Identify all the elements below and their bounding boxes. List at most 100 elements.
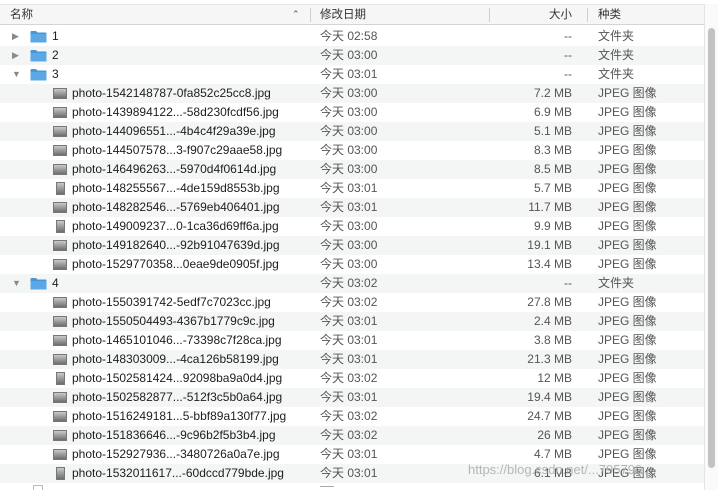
file-size: 24.7 MB (527, 409, 572, 423)
image-thumbnail-icon (53, 449, 67, 460)
disclosure-expanded-icon[interactable]: ▼ (12, 274, 24, 293)
column-size-header[interactable]: 大小 (549, 5, 572, 25)
file-name: photo-1529770358...0eae9de0905f.jpg (72, 257, 279, 271)
disclosure-expanded-icon[interactable]: ▼ (12, 65, 24, 84)
modified-date: 今天 03:00 (320, 48, 378, 62)
image-thumbnail-icon (53, 164, 67, 175)
column-divider[interactable] (489, 8, 490, 22)
modified-date: 今天 03:00 (320, 143, 378, 157)
file-kind: JPEG 图像 (598, 143, 657, 157)
column-divider[interactable] (587, 8, 588, 22)
file-row[interactable]: photo-1542148787-0fa852c25cc8.jpg 今天 03:0… (0, 84, 704, 103)
file-name: photo-148303009...-4ca126b58199.jpg (72, 352, 279, 366)
file-size: 7.2 MB (533, 86, 572, 100)
image-thumbnail-icon (53, 297, 67, 308)
disclosure-collapsed-icon[interactable]: ▶ (12, 27, 24, 46)
file-size: 27.8 MB (527, 295, 572, 309)
folder-row[interactable]: ▼ 3 今天 03:01 -- 文件夹 (0, 65, 704, 84)
image-thumbnail-icon (53, 316, 67, 327)
file-kind: 文件夹 (598, 29, 635, 43)
modified-date: 今天 03:01 (320, 390, 378, 404)
file-kind: JPEG 图像 (598, 390, 657, 404)
file-name: photo-144507578...3-f907c29aae58.jpg (72, 143, 283, 157)
file-name: photo-1502582877...-512f3c5b0a64.jpg (72, 390, 283, 404)
sort-ascending-icon[interactable]: ⌃ (292, 9, 300, 20)
file-kind: JPEG 图像 (598, 124, 657, 138)
modified-date: 今天 03:00 (320, 257, 378, 271)
folder-icon (30, 31, 47, 43)
scrollbar-thumb[interactable] (708, 28, 715, 468)
modified-date: 今天 03:01 (320, 314, 378, 328)
image-thumbnail-icon (53, 392, 67, 403)
file-kind: 文件夹 (598, 48, 635, 62)
vertical-scrollbar[interactable] (704, 4, 718, 490)
column-kind-header[interactable]: 种类 (598, 5, 621, 25)
modified-date: 今天 02:58 (320, 29, 378, 43)
file-size: 8.3 MB (533, 143, 572, 157)
file-name: photo-148282546...-5769eb406401.jpg (72, 200, 280, 214)
modified-date: 今天 03:02 (320, 276, 378, 290)
file-name: photo-1502581424...92098ba9a0d4.jpg (72, 371, 283, 385)
file-name: photo-1542148787-0fa852c25cc8.jpg (72, 86, 271, 100)
file-name: photo-149182640...-92b91047639d.jpg (72, 238, 280, 252)
modified-date: 今天 03:01 (320, 466, 378, 480)
file-name: photo-152927936...-3480726a0a7e.jpg (72, 447, 280, 461)
image-thumbnail-icon (53, 107, 67, 118)
file-name: photo-1532011617...-60dccd779bde.jpg (72, 466, 284, 480)
file-kind: JPEG 图像 (598, 200, 657, 214)
file-row[interactable]: photo-151836646...-9c96b2f5b3b4.jpg 今天 03… (0, 426, 704, 445)
modified-date: 今天 03:01 (320, 181, 378, 195)
folder-row[interactable]: ▶ 2 今天 03:00 -- 文件夹 (0, 46, 704, 65)
modified-date: 今天 03:00 (320, 162, 378, 176)
image-thumbnail-icon (53, 145, 67, 156)
file-kind: JPEG 图像 (598, 352, 657, 366)
file-row[interactable]: photo-148303009...-4ca126b58199.jpg 今天 03… (0, 350, 704, 369)
file-row[interactable]: photo-144507578...3-f907c29aae58.jpg 今天 0… (0, 141, 704, 160)
file-row[interactable]: photo-1550391742-5edf7c7023cc.jpg 今天 03:0… (0, 293, 704, 312)
file-name: photo-1516249181...5-bbf89a130f77.jpg (72, 409, 287, 423)
folder-row[interactable]: ▶ 1 今天 02:58 -- 文件夹 (0, 27, 704, 46)
folder-icon (30, 278, 47, 290)
file-row[interactable]: photo-149009237...0-1ca36d69ff6a.jpg 今天 0… (0, 217, 704, 236)
modified-date: 今天 03:00 (320, 124, 378, 138)
column-date-header[interactable]: 修改日期 (320, 5, 366, 25)
file-kind: JPEG 图像 (598, 409, 657, 423)
file-row[interactable]: photo-1529770358...0eae9de0905f.jpg 今天 03… (0, 255, 704, 274)
file-row[interactable]: photo-1502581424...92098ba9a0d4.jpg 今天 03… (0, 369, 704, 388)
file-row[interactable]: photo-148255567...-4de159d8553b.jpg 今天 03… (0, 179, 704, 198)
folder-name: 3 (52, 67, 59, 81)
file-row[interactable]: photo-149182640...-92b91047639d.jpg 今天 03… (0, 236, 704, 255)
image-thumbnail-icon (56, 220, 65, 233)
image-thumbnail-icon (53, 354, 67, 365)
file-row[interactable]: photo-1516249181...5-bbf89a130f77.jpg 今天 … (0, 407, 704, 426)
file-icon (33, 485, 43, 490)
folder-name: 1 (52, 29, 59, 43)
disclosure-collapsed-icon[interactable]: ▶ (12, 46, 24, 65)
modified-date: 今天 03:02 (320, 428, 378, 442)
file-kind: JPEG 图像 (598, 181, 657, 195)
folder-icon (30, 69, 47, 81)
file-row[interactable]: photo-1550504493-4367b1779c9c.jpg 今天 03:0… (0, 312, 704, 331)
file-row[interactable]: photo-1439894122...-58d230fcdf56.jpg 今天 0… (0, 103, 704, 122)
column-divider[interactable] (310, 8, 311, 22)
file-row[interactable]: photo-1465101046...-73398c7f28ca.jpg 今天 0… (0, 331, 704, 350)
column-name-header[interactable]: 名称 (10, 5, 310, 25)
file-row[interactable]: photo-1502582877...-512f3c5b0a64.jpg 今天 0… (0, 388, 704, 407)
file-kind: JPEG 图像 (598, 371, 657, 385)
folder-icon (30, 50, 47, 62)
file-list: ▶ 1 今天 02:58 -- 文件夹 ▶ 2 今天 03:00 -- 文件夹 ▼ 3 今天 03… (0, 27, 704, 483)
file-kind: JPEG 图像 (598, 333, 657, 347)
file-size: 26 MB (537, 428, 572, 442)
column-header: 名称 ⌃ 修改日期 大小 种类 (0, 4, 704, 25)
file-size: -- (564, 29, 572, 43)
file-row[interactable]: photo-148282546...-5769eb406401.jpg 今天 03… (0, 198, 704, 217)
image-thumbnail-icon (53, 430, 67, 441)
file-row[interactable]: photo-146496263...-5970d4f0614d.jpg 今天 03… (0, 160, 704, 179)
modified-date: 今天 03:00 (320, 86, 378, 100)
file-row[interactable]: photo-144096551...-4b4c4f29a39e.jpg 今天 03… (0, 122, 704, 141)
modified-date: 今天 03:02 (320, 295, 378, 309)
file-size: 8.5 MB (533, 162, 572, 176)
image-thumbnail-icon (53, 126, 67, 137)
file-name: photo-149009237...0-1ca36d69ff6a.jpg (72, 219, 279, 233)
folder-row[interactable]: ▼ 4 今天 03:02 -- 文件夹 (0, 274, 704, 293)
